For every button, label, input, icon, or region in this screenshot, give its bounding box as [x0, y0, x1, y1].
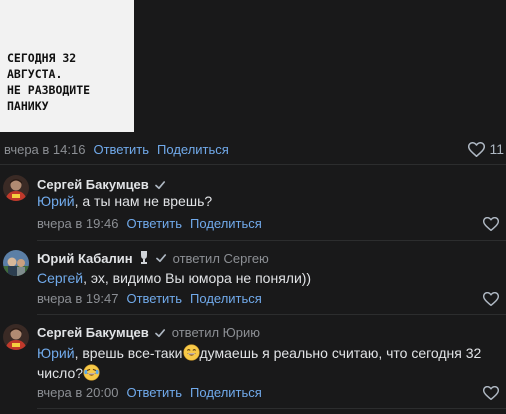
grinning-face-icon	[182, 344, 200, 361]
comment-author[interactable]: Сергей Бакумцев	[37, 325, 149, 340]
post-share-button[interactable]: Поделиться	[157, 142, 229, 157]
mention-link[interactable]: Сергей	[37, 270, 83, 286]
post-like-button[interactable]: 11	[468, 141, 504, 157]
comment-share-button[interactable]: Поделиться	[190, 291, 262, 306]
comment-reply-button[interactable]: Ответить	[126, 291, 182, 306]
comment-body: , а ты нам не врешь?	[74, 193, 213, 209]
comment-body: , эх, видимо Вы юмора не поняли))	[83, 270, 312, 286]
comment-header: Сергей Бакумцев	[37, 177, 166, 192]
mention-link[interactable]: Юрий	[37, 193, 75, 209]
comment-time[interactable]: вчера в 19:46	[37, 216, 118, 231]
comment-header: Юрий Кабалин ответил Сергею	[37, 250, 269, 266]
comment-time[interactable]: вчера в 19:47	[37, 291, 118, 306]
reply-to-label[interactable]: ответил Юрию	[172, 325, 260, 340]
heart-icon	[468, 141, 486, 157]
comment-body: , врешь все-таки	[74, 345, 183, 361]
trophy-icon	[140, 251, 147, 264]
check-icon	[154, 180, 165, 189]
post-time[interactable]: вчера в 14:16	[4, 142, 85, 157]
avatar-image	[3, 175, 29, 201]
comment-reply-button[interactable]: Ответить	[126, 385, 182, 400]
heart-icon[interactable]	[483, 217, 499, 231]
mention-link[interactable]: Юрий	[37, 345, 75, 361]
laughing-tears-icon	[83, 364, 100, 381]
comment-text: Сергей, эх, видимо Вы юмора не поняли))	[37, 269, 497, 288]
comment-meta: вчера в 19:46 Ответить Поделиться	[37, 216, 262, 231]
divider	[37, 408, 506, 409]
comment-header: Сергей Бакумцев ответил Юрию	[37, 325, 260, 340]
comment-text: Юрий, врешь все-таки думаешь я реально с…	[37, 343, 497, 383]
check-icon	[154, 328, 165, 337]
comment-text: Юрий, а ты нам не врешь?	[37, 192, 497, 211]
comment-reply-button[interactable]: Ответить	[126, 216, 182, 231]
divider	[0, 164, 506, 165]
avatar[interactable]	[3, 324, 29, 350]
comment-author[interactable]: Юрий Кабалин	[37, 251, 133, 266]
avatar[interactable]	[3, 175, 29, 201]
check-icon	[155, 254, 166, 263]
heart-icon[interactable]	[483, 386, 499, 400]
comment: Сергей Бакумцев ответил Юрию Юрий, врешь…	[0, 319, 506, 414]
post-meta: вчера в 14:16 Ответить Поделиться 11	[4, 141, 504, 157]
divider	[37, 240, 506, 241]
avatar[interactable]	[3, 250, 29, 276]
comment-author[interactable]: Сергей Бакумцев	[37, 177, 149, 192]
post-image[interactable]: СЕГОДНЯ 32 АВГУСТА. НЕ РАЗВОДИТЕ ПАНИКУ	[0, 0, 134, 132]
heart-icon[interactable]	[483, 292, 499, 306]
comment-share-button[interactable]: Поделиться	[190, 385, 262, 400]
comment-meta: вчера в 19:47 Ответить Поделиться	[37, 291, 262, 306]
avatar-image	[3, 250, 29, 276]
comment-time[interactable]: вчера в 20:00	[37, 385, 118, 400]
comment: Юрий Кабалин ответил Сергею Сергей, эх, …	[0, 245, 506, 313]
post-reply-button[interactable]: Ответить	[93, 142, 149, 157]
comment: Сергей Бакумцев Юрий, а ты нам не врешь?…	[0, 171, 506, 241]
avatar-image	[3, 324, 29, 350]
comment-share-button[interactable]: Поделиться	[190, 216, 262, 231]
comment-meta: вчера в 20:00 Ответить Поделиться	[37, 385, 262, 400]
post-image-line-1: СЕГОДНЯ 32 АВГУСТА.	[7, 51, 77, 81]
post-image-line-2: НЕ РАЗВОДИТЕ ПАНИКУ	[7, 83, 91, 113]
reply-to-label[interactable]: ответил Сергею	[173, 251, 269, 266]
post-image-caption: СЕГОДНЯ 32 АВГУСТА. НЕ РАЗВОДИТЕ ПАНИКУ	[7, 50, 132, 114]
divider	[37, 314, 506, 315]
post-like-count: 11	[489, 141, 504, 157]
